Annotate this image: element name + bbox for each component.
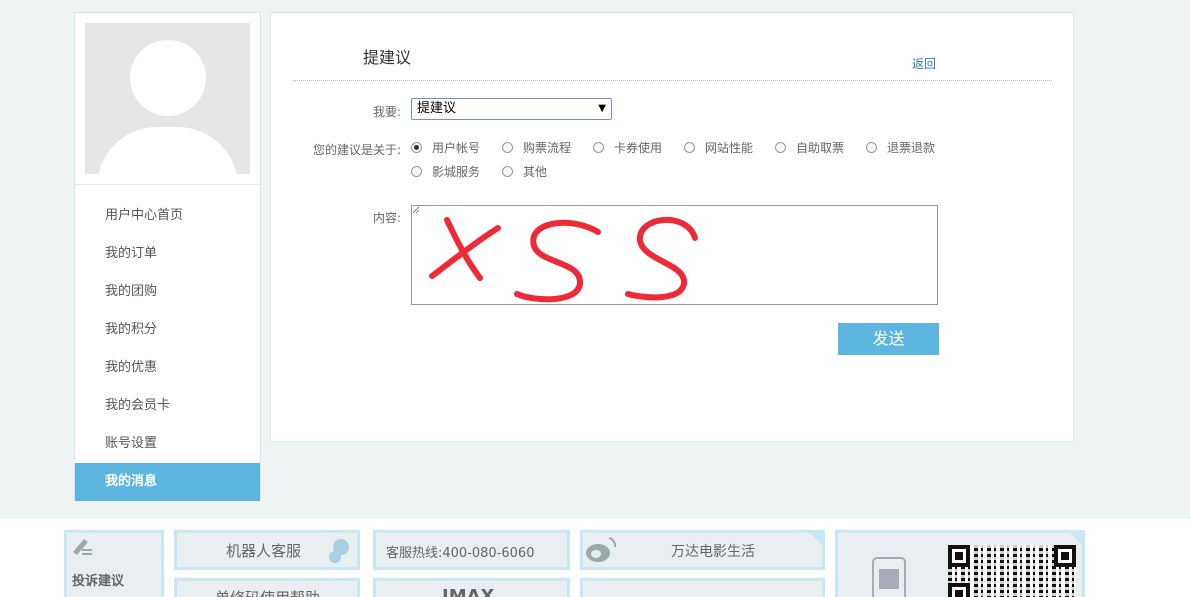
avatar-head bbox=[130, 40, 206, 116]
avatar-body bbox=[97, 127, 238, 174]
type-select[interactable]: 提建议 ▼ bbox=[411, 98, 612, 120]
imax-tile[interactable]: IMAX bbox=[373, 578, 570, 597]
hotline-label: 客服热线:400-080-6060 bbox=[386, 546, 535, 561]
sidebar-menu: 用户中心首页 我的订单 我的团购 我的积分 我的优惠 我的会员卡 账号设置 我的… bbox=[75, 197, 260, 501]
topic-label: 您的建议是关于: bbox=[312, 143, 401, 157]
complaint-label: 投诉建议 bbox=[72, 574, 125, 589]
hotline-tile[interactable]: 客服热线:400-080-6060 bbox=[373, 530, 570, 570]
tile-corner bbox=[1069, 533, 1082, 546]
wanda-life-label: 万达电影生活 bbox=[671, 544, 755, 560]
radio-icon bbox=[502, 166, 513, 177]
chat-bubble-icon bbox=[329, 539, 349, 563]
radio-icon bbox=[775, 142, 786, 153]
sidebar-item-points[interactable]: 我的积分 bbox=[75, 311, 260, 349]
radio-icon bbox=[866, 142, 877, 153]
radio-icon bbox=[502, 142, 513, 153]
qr-code bbox=[948, 545, 1076, 597]
extra-tile[interactable] bbox=[580, 578, 825, 597]
back-link[interactable]: 返回 bbox=[912, 55, 936, 72]
content-label: 内容: bbox=[372, 211, 401, 225]
weibo-icon bbox=[586, 537, 617, 562]
content-textarea[interactable] bbox=[411, 205, 938, 305]
sidebar-item-orders[interactable]: 我的订单 bbox=[75, 235, 260, 273]
footer: 投诉建议 机器人客服 客服热线:400-080-6060 万达电影生活 IMAX bbox=[0, 519, 1190, 597]
want-label: 我要: bbox=[372, 105, 401, 119]
page-title: 提建议 bbox=[363, 48, 412, 67]
dropdown-arrow-icon: ▼ bbox=[598, 103, 606, 114]
sidebar-item-member-card[interactable]: 我的会员卡 bbox=[75, 387, 260, 425]
sidebar-item-account-settings[interactable]: 账号设置 bbox=[75, 425, 260, 463]
phone-icon bbox=[872, 557, 906, 597]
sidebar-item-messages[interactable]: 我的消息 bbox=[75, 463, 260, 501]
tile-corner bbox=[809, 533, 822, 546]
send-button[interactable]: 发送 bbox=[838, 323, 939, 355]
sidebar-divider bbox=[75, 184, 260, 185]
suggestion-panel: 提建议 返回 我要: 提建议 ▼ 您的建议是关于: 用户帐号 购票流程 卡券使用… bbox=[270, 12, 1074, 442]
radio-selected-icon bbox=[411, 142, 422, 153]
robot-service-label: 机器人客服 bbox=[226, 542, 302, 560]
wanda-life-tile[interactable]: 万达电影生活 bbox=[580, 530, 825, 570]
sidebar-item-discounts[interactable]: 我的优惠 bbox=[75, 349, 260, 387]
radio-icon bbox=[593, 142, 604, 153]
resize-handle-icon[interactable] bbox=[412, 206, 420, 214]
user-sidebar: 用户中心首页 我的订单 我的团购 我的积分 我的优惠 我的会员卡 账号设置 我的… bbox=[74, 12, 261, 501]
avatar bbox=[85, 23, 250, 174]
radio-icon bbox=[411, 166, 422, 177]
sidebar-item-group-buy[interactable]: 我的团购 bbox=[75, 273, 260, 311]
handwriting-xss-drawing bbox=[429, 216, 698, 303]
complaint-tile[interactable]: 投诉建议 bbox=[64, 530, 164, 597]
robot-service-tile[interactable]: 机器人客服 bbox=[174, 530, 360, 570]
type-select-value: 提建议 bbox=[417, 101, 457, 116]
radio-icon bbox=[684, 142, 695, 153]
imax-label: IMAX bbox=[442, 586, 495, 597]
help-tile[interactable]: 单修码使用帮助 bbox=[174, 578, 360, 597]
title-divider bbox=[293, 80, 1052, 81]
pencil-icon bbox=[73, 539, 92, 555]
app-download-tile[interactable] bbox=[835, 530, 1085, 597]
help-label: 单修码使用帮助 bbox=[215, 587, 320, 597]
sidebar-item-user-center[interactable]: 用户中心首页 bbox=[75, 197, 260, 235]
